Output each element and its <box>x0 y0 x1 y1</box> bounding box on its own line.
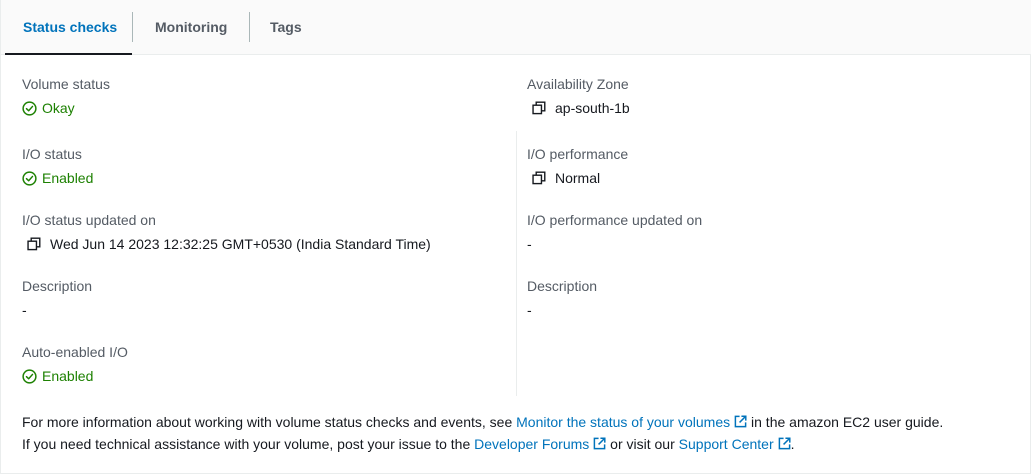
help-line-2-prefix: If you need technical assistance with yo… <box>22 436 475 452</box>
support-center-link[interactable]: Support Center <box>679 436 791 452</box>
io-status-updated-field: I/O status updated on Wed Jun 14 2023 12… <box>22 211 431 253</box>
monitor-status-link-label[interactable]: Monitor the status of your volumes <box>516 414 730 430</box>
io-performance-text: Normal <box>555 170 601 186</box>
column-divider <box>516 131 517 396</box>
help-line-2-middle: or visit our <box>606 436 679 452</box>
io-performance-value: Normal <box>527 169 628 187</box>
availability-zone-text: ap-south-1b <box>555 100 630 116</box>
description-field-left: Description - <box>22 277 92 319</box>
tab-tags[interactable]: Tags <box>250 0 330 54</box>
availability-zone-value: ap-south-1b <box>527 99 630 117</box>
tab-monitoring[interactable]: Monitoring <box>133 0 249 54</box>
status-checks-panel: Status checks Monitoring Tags Volume sta… <box>0 0 1031 474</box>
io-status-value: Enabled <box>22 169 93 187</box>
external-link-icon <box>778 437 791 450</box>
io-performance-updated-value: - <box>527 236 532 252</box>
description-field-right: Description - <box>527 277 597 319</box>
io-performance-field: I/O performance Normal <box>527 145 628 187</box>
description-label: Description <box>22 278 93 294</box>
help-line-1-suffix: in the amazon EC2 user guide. <box>747 414 944 430</box>
copy-icon[interactable] <box>27 237 41 251</box>
external-link-icon <box>593 437 606 450</box>
io-status-updated-label: I/O status updated on <box>22 212 156 228</box>
external-link-icon <box>734 415 747 428</box>
tab-bar: Status checks Monitoring Tags <box>1 0 1031 55</box>
volume-status-text: Okay <box>42 100 75 116</box>
description-value: - <box>527 302 532 318</box>
availability-zone-field: Availability Zone ap-south-1b <box>527 75 630 117</box>
tab-status-checks[interactable]: Status checks <box>1 0 132 55</box>
copy-icon[interactable] <box>532 171 546 185</box>
io-performance-updated-label: I/O performance updated on <box>527 212 703 228</box>
status-positive-icon <box>22 368 37 384</box>
support-center-link-label[interactable]: Support Center <box>679 436 774 452</box>
io-status-text: Enabled <box>42 170 94 186</box>
developer-forums-link[interactable]: Developer Forums <box>474 436 606 452</box>
status-positive-icon <box>22 170 37 186</box>
description-value: - <box>22 302 27 318</box>
help-line-2: If you need technical assistance with yo… <box>22 433 943 455</box>
auto-enabled-io-label: Auto-enabled I/O <box>22 344 128 360</box>
io-performance-label: I/O performance <box>527 146 629 162</box>
io-status-label: I/O status <box>22 146 82 162</box>
developer-forums-link-label[interactable]: Developer Forums <box>474 436 589 452</box>
help-footer: For more information about working with … <box>22 411 943 455</box>
auto-enabled-io-field: Auto-enabled I/O Enabled <box>22 343 128 385</box>
status-positive-icon <box>22 100 37 116</box>
volume-status-label: Volume status <box>22 76 110 92</box>
auto-enabled-io-text: Enabled <box>42 368 94 384</box>
volume-status-value: Okay <box>22 99 110 117</box>
availability-zone-label: Availability Zone <box>527 76 629 92</box>
description-label: Description <box>527 278 598 294</box>
help-line-1-prefix: For more information about working with … <box>22 414 517 430</box>
monitor-status-link[interactable]: Monitor the status of your volumes <box>516 414 747 430</box>
help-line-1: For more information about working with … <box>22 411 943 433</box>
auto-enabled-io-value: Enabled <box>22 367 128 385</box>
io-status-field: I/O status Enabled <box>22 145 93 187</box>
io-status-updated-text: Wed Jun 14 2023 12:32:25 GMT+0530 (India… <box>50 236 431 252</box>
io-performance-updated-field: I/O performance updated on - <box>527 211 702 253</box>
io-status-updated-value: Wed Jun 14 2023 12:32:25 GMT+0530 (India… <box>22 235 431 253</box>
copy-icon[interactable] <box>532 101 546 115</box>
volume-status-field: Volume status Okay <box>22 75 110 117</box>
help-line-2-suffix: . <box>790 436 795 452</box>
